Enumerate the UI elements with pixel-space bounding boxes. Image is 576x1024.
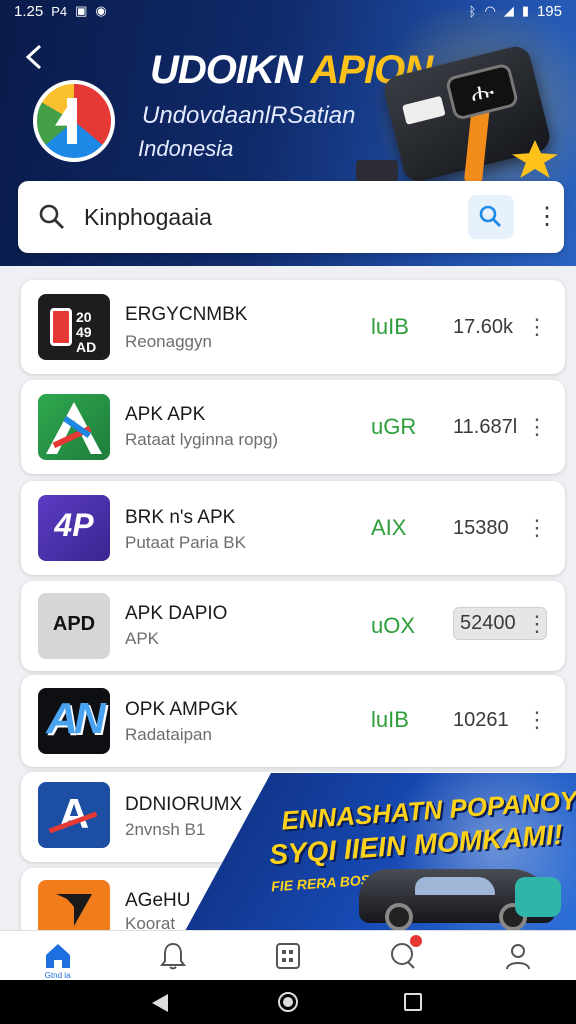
- robot-illustration: [515, 877, 561, 917]
- app-subtitle: Putaat Paria BK: [125, 533, 246, 552]
- app-name: APK DAPIO: [125, 603, 228, 624]
- search-bar: ⋮: [18, 181, 564, 253]
- search-icon: [39, 204, 64, 229]
- battery-icon: ▮: [521, 3, 529, 18]
- app-icon: 4P: [38, 495, 110, 561]
- list-item[interactable]: APK APK Rataat lyginna ropg) uGR 11.687l…: [21, 380, 565, 474]
- list-item[interactable]: APD APK DAPIO APK uOX 52400 ⋮: [21, 581, 565, 671]
- back-button[interactable]: [22, 42, 54, 76]
- nav-home[interactable]: Gtnd la: [0, 931, 115, 980]
- nav-notifications[interactable]: [115, 931, 230, 980]
- app-icon: AN: [38, 688, 110, 754]
- app-icon-text: 20 49 AD: [76, 309, 97, 355]
- app-icon-text: AN: [46, 694, 106, 743]
- system-home-icon[interactable]: [278, 992, 298, 1012]
- app-icon-text: 4P: [54, 507, 94, 543]
- list-item[interactable]: 20 49 AD ERGYCNMBK Reonaggyn luIB 17.60k ⋮: [21, 280, 565, 374]
- bell-icon: [159, 942, 186, 969]
- app-subtitle: Rataat lyginna ropg): [125, 430, 279, 449]
- brand-logo: [33, 80, 115, 162]
- app-subtitle: Reonaggyn: [125, 332, 212, 351]
- nav-home-label: Gtnd la: [44, 971, 71, 980]
- home-icon: [45, 943, 70, 968]
- more-options-icon[interactable]: ⋮: [526, 611, 548, 637]
- notification-badge: [409, 935, 422, 947]
- signal-icon: ◢: [503, 3, 514, 18]
- search-button[interactable]: [468, 195, 514, 239]
- decoration-cube: [356, 160, 398, 182]
- nav-messages[interactable]: [346, 931, 461, 980]
- system-nav-bar: [0, 980, 576, 1024]
- chevron-left-icon: [25, 44, 42, 70]
- system-recents-icon[interactable]: [404, 993, 422, 1011]
- device-screen: ሑ: [444, 62, 520, 122]
- app-name: DDNIORUMX: [125, 794, 243, 815]
- search-icon: [479, 205, 501, 227]
- app-name: OPK AMPGK: [125, 699, 238, 720]
- list-item[interactable]: 4P BRK n's APK Putaat Paria BK AIX 15380…: [21, 481, 565, 575]
- nav-apps[interactable]: [230, 931, 345, 980]
- app-icon: [38, 394, 110, 460]
- system-back-icon[interactable]: [152, 994, 168, 1012]
- status-time: 1.25: [14, 2, 44, 20]
- app-icon-text: APD: [52, 613, 96, 635]
- app-icon: 20 49 AD: [38, 294, 110, 360]
- app-icon: APD: [38, 593, 110, 659]
- app-subtitle: 2nvnsh B1: [125, 820, 206, 839]
- search-input[interactable]: [84, 197, 444, 237]
- app-screen: 1.25 P4 ▣ ◉ ᛒ ◠ ◢ ▮ 195 UDOIKN APION Und…: [0, 0, 576, 1024]
- app-tag: luIB: [371, 314, 409, 339]
- more-options-icon[interactable]: ⋮: [526, 707, 548, 733]
- app-subtitle: Radataipan: [125, 725, 212, 744]
- more-options-icon[interactable]: ⋮: [534, 199, 560, 235]
- grid-icon: [276, 942, 300, 969]
- app-subtitle: APK: [125, 629, 160, 648]
- banner-subtitle: UndovdaanlRSatian: [142, 102, 356, 129]
- bottom-nav: Gtnd la: [0, 930, 576, 980]
- app-name: BRK n's APK: [125, 507, 236, 528]
- profile-icon: [506, 943, 531, 969]
- notification-icon: P4: [51, 3, 68, 19]
- image-icon: ▣: [75, 3, 88, 18]
- banner-subtitle-country: Indonesia: [138, 136, 234, 161]
- app-name: APK APK: [125, 404, 206, 425]
- app-name: ERGYCNMBK: [125, 304, 248, 325]
- app-tag: uGR: [371, 414, 417, 439]
- banner-title-white: UDOIKN: [150, 48, 303, 92]
- bluetooth-icon: ᛒ: [468, 3, 477, 19]
- app-tag: uOX: [371, 613, 416, 638]
- status-bar: 1.25 P4 ▣ ◉ ᛒ ◠ ◢ ▮ 195: [0, 0, 576, 22]
- app-icon: A: [38, 782, 110, 848]
- more-options-icon[interactable]: ⋮: [526, 314, 548, 340]
- more-options-icon[interactable]: ⋮: [526, 414, 548, 440]
- compass-icon: ◉: [95, 3, 107, 18]
- status-right-text: 195: [536, 2, 562, 20]
- more-options-icon[interactable]: ⋮: [526, 515, 548, 541]
- app-tag: luIB: [371, 707, 409, 732]
- wifi-icon: ◠: [484, 3, 496, 18]
- app-name: AGeHU: [125, 890, 191, 911]
- app-tag: AIX: [371, 515, 407, 540]
- nav-profile[interactable]: [461, 931, 576, 980]
- list-item[interactable]: AN OPK AMPGK Radataipan luIB 10261 ⋮: [21, 675, 565, 767]
